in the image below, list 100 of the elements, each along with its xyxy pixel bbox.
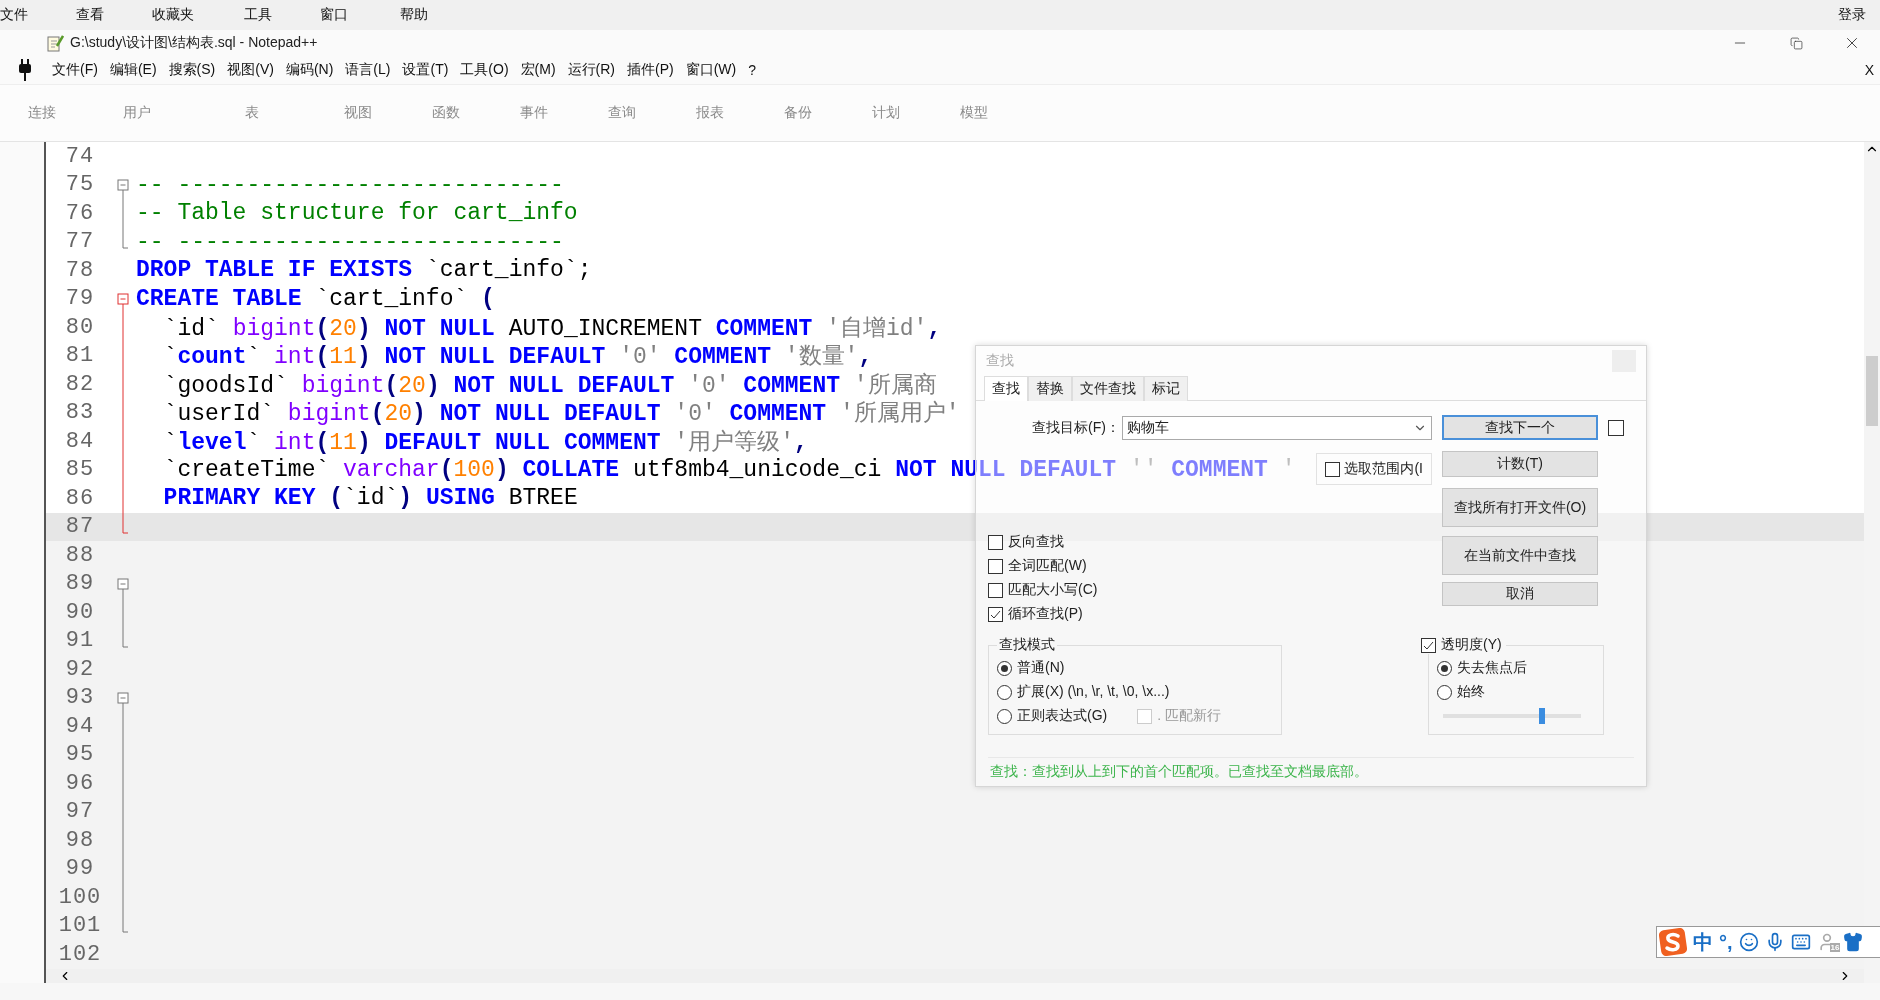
line-number: 85 (64, 457, 96, 483)
line-number: 96 (64, 770, 96, 796)
search-field[interactable]: 购物车 (1121, 416, 1432, 440)
tab[interactable]: 标记 (1144, 376, 1188, 401)
menu-item[interactable]: 窗口(W) (679, 59, 743, 81)
tab[interactable]: 文件查找 (1072, 376, 1144, 401)
menu-item[interactable]: 文件(F) (46, 59, 104, 81)
tab[interactable]: 查找 (984, 376, 1028, 401)
checkbox-label: 循环查找(P) (1008, 605, 1083, 623)
radio-label: 普通(N) (1017, 659, 1065, 677)
code-line: `userId` bigint(20) NOT NULL DEFAULT '0' COMMENT '所属用户' (162, 399, 960, 429)
line-number: 101 (57, 913, 103, 939)
input-mode-toggle[interactable]: 中 (1693, 928, 1713, 956)
line-number: 74 (64, 143, 96, 169)
code-line: `level` int(11) DEFAULT NULL COMMENT '用户等级', (162, 428, 808, 457)
status-message: 查找：查找到从上到下的首个匹配项。已查找至文档最底部。 (988, 757, 1634, 786)
radio-label: 正则表达式(G) (1017, 707, 1108, 725)
menu-item[interactable]: 查看 (76, 6, 104, 24)
radio-label: 扩展(X) (\n, \r, \t, \0, \x...) (1017, 683, 1170, 701)
menu-item[interactable]: 语言(L) (339, 59, 397, 81)
checkbox-label: 匹配大小写(C) (1008, 581, 1098, 599)
code-line: `id` bigint(20) NOT NULL AUTO_INCREMENT COMMENT '自增id', (162, 314, 942, 343)
code-line: `goodsId` bigint(20) NOT NULL DEFAULT '0' COMMENT '所属商 (162, 371, 937, 400)
checkbox-label: 反向查找 (1008, 533, 1064, 551)
radio-label: 失去焦点后 (1457, 659, 1527, 677)
toolbar-label: 视图 (343, 104, 373, 122)
code-line: -- ---------------------------- (135, 228, 564, 255)
group-title: 查找模式 (998, 636, 1056, 654)
line-number: 80 (64, 314, 96, 340)
toolbar-label: 连接 (27, 104, 57, 122)
shirt-icon[interactable] (1842, 932, 1863, 952)
line-number: 82 (64, 371, 96, 397)
menu-item[interactable]: 设置(T) (396, 59, 455, 81)
line-number: 88 (64, 542, 96, 568)
keyboard-icon[interactable] (1790, 932, 1811, 952)
code-line: PRIMARY KEY (`id`) USING BTREE (162, 485, 578, 512)
login-link[interactable]: 登录 (1838, 6, 1866, 24)
line-number: 87 (64, 514, 96, 540)
line-number: 76 (64, 200, 96, 226)
checkbox-label: 全词匹配(W) (1008, 557, 1087, 575)
menu-item[interactable]: 视图(V) (221, 59, 280, 81)
dialog-title: 查找 (986, 352, 1014, 370)
checkbox-label: . 匹配新行 (1157, 707, 1221, 725)
line-number: 94 (64, 713, 96, 739)
dialog-button[interactable]: 查找所有打开文件(O) (1442, 488, 1598, 527)
dialog-button[interactable]: 计数(T) (1442, 451, 1598, 477)
toolbar-label: 用户 (122, 104, 152, 122)
line-number: 86 (64, 485, 96, 511)
restore-icon[interactable] (1789, 36, 1803, 50)
menu-item[interactable]: 编辑(E) (103, 59, 163, 81)
slider-thumb[interactable] (1539, 708, 1546, 724)
menu-item[interactable]: 插件(P) (621, 59, 680, 81)
toolbar-label: 表 (244, 104, 260, 122)
line-number: 102 (57, 941, 103, 967)
toolbar-label: 事件 (519, 104, 549, 122)
menu-item[interactable]: 搜索(S) (162, 59, 222, 81)
code-line: CREATE TABLE `cart_info` ( (135, 285, 495, 312)
line-number: 98 (64, 827, 96, 853)
scrollbar-thumb[interactable] (1866, 356, 1878, 426)
logo-icon[interactable] (1659, 928, 1687, 956)
close-document-button[interactable]: X (1858, 60, 1880, 80)
toolbar-label: 模型 (959, 104, 989, 122)
menu-item[interactable]: 工具(O) (454, 59, 515, 81)
menu-item[interactable]: 宏(M) (514, 59, 562, 81)
menu-item[interactable]: 帮助 (400, 6, 428, 24)
code-line: `count` int(11) NOT NULL DEFAULT '0' COMMENT '数量', (162, 343, 873, 372)
line-number: 91 (64, 628, 96, 654)
vertical-scrollbar[interactable] (1864, 142, 1880, 983)
line-number: 90 (64, 599, 96, 625)
line-number: 93 (64, 685, 96, 711)
menu-item[interactable]: 窗口 (320, 6, 348, 24)
toolbar-label: 计划 (871, 104, 901, 122)
plug-icon[interactable] (16, 59, 34, 81)
line-number: 89 (64, 571, 96, 597)
punctuation-toggle[interactable]: °, (1719, 930, 1733, 954)
dialog-button[interactable]: 查找下一个 (1442, 415, 1598, 440)
emoji-icon[interactable] (1738, 932, 1759, 952)
toolbar-label: 报表 (695, 104, 725, 122)
menu-item[interactable]: 工具 (244, 6, 272, 24)
line-number: 79 (64, 286, 96, 312)
code-line: DROP TABLE IF EXISTS `cart_info`; (135, 257, 592, 284)
dialog-button[interactable]: 在当前文件中查找 (1442, 536, 1598, 575)
menu-item[interactable]: 运行(R) (561, 59, 621, 81)
line-number: 92 (64, 656, 96, 682)
menu-item[interactable]: 收藏夹 (152, 6, 194, 24)
toolbar-label: 函数 (431, 104, 461, 122)
window-title: G:\study\设计图\结构表.sql - Notepad++ (70, 34, 318, 52)
notepad-icon (46, 34, 64, 52)
line-number: 100 (57, 884, 103, 910)
code-line: `createTime` varchar(100) COLLATE utf8mb4_unicode_ci NOT NULL DEFAULT '' COMMENT ' (162, 456, 1296, 483)
checkbox-label: 选取范围内(I (1344, 460, 1423, 478)
radio-label: 始终 (1457, 683, 1485, 701)
code-line: -- Table structure for cart_info (135, 200, 578, 227)
dialog-button[interactable]: 取消 (1442, 582, 1598, 606)
code-line: -- ---------------------------- (135, 171, 564, 198)
menu-item[interactable]: 编码(N) (279, 59, 340, 81)
tab[interactable]: 替换 (1028, 376, 1072, 401)
menu-item[interactable]: ? (742, 60, 763, 80)
menu-item[interactable]: 文件 (0, 6, 28, 24)
line-number: 84 (64, 428, 96, 454)
